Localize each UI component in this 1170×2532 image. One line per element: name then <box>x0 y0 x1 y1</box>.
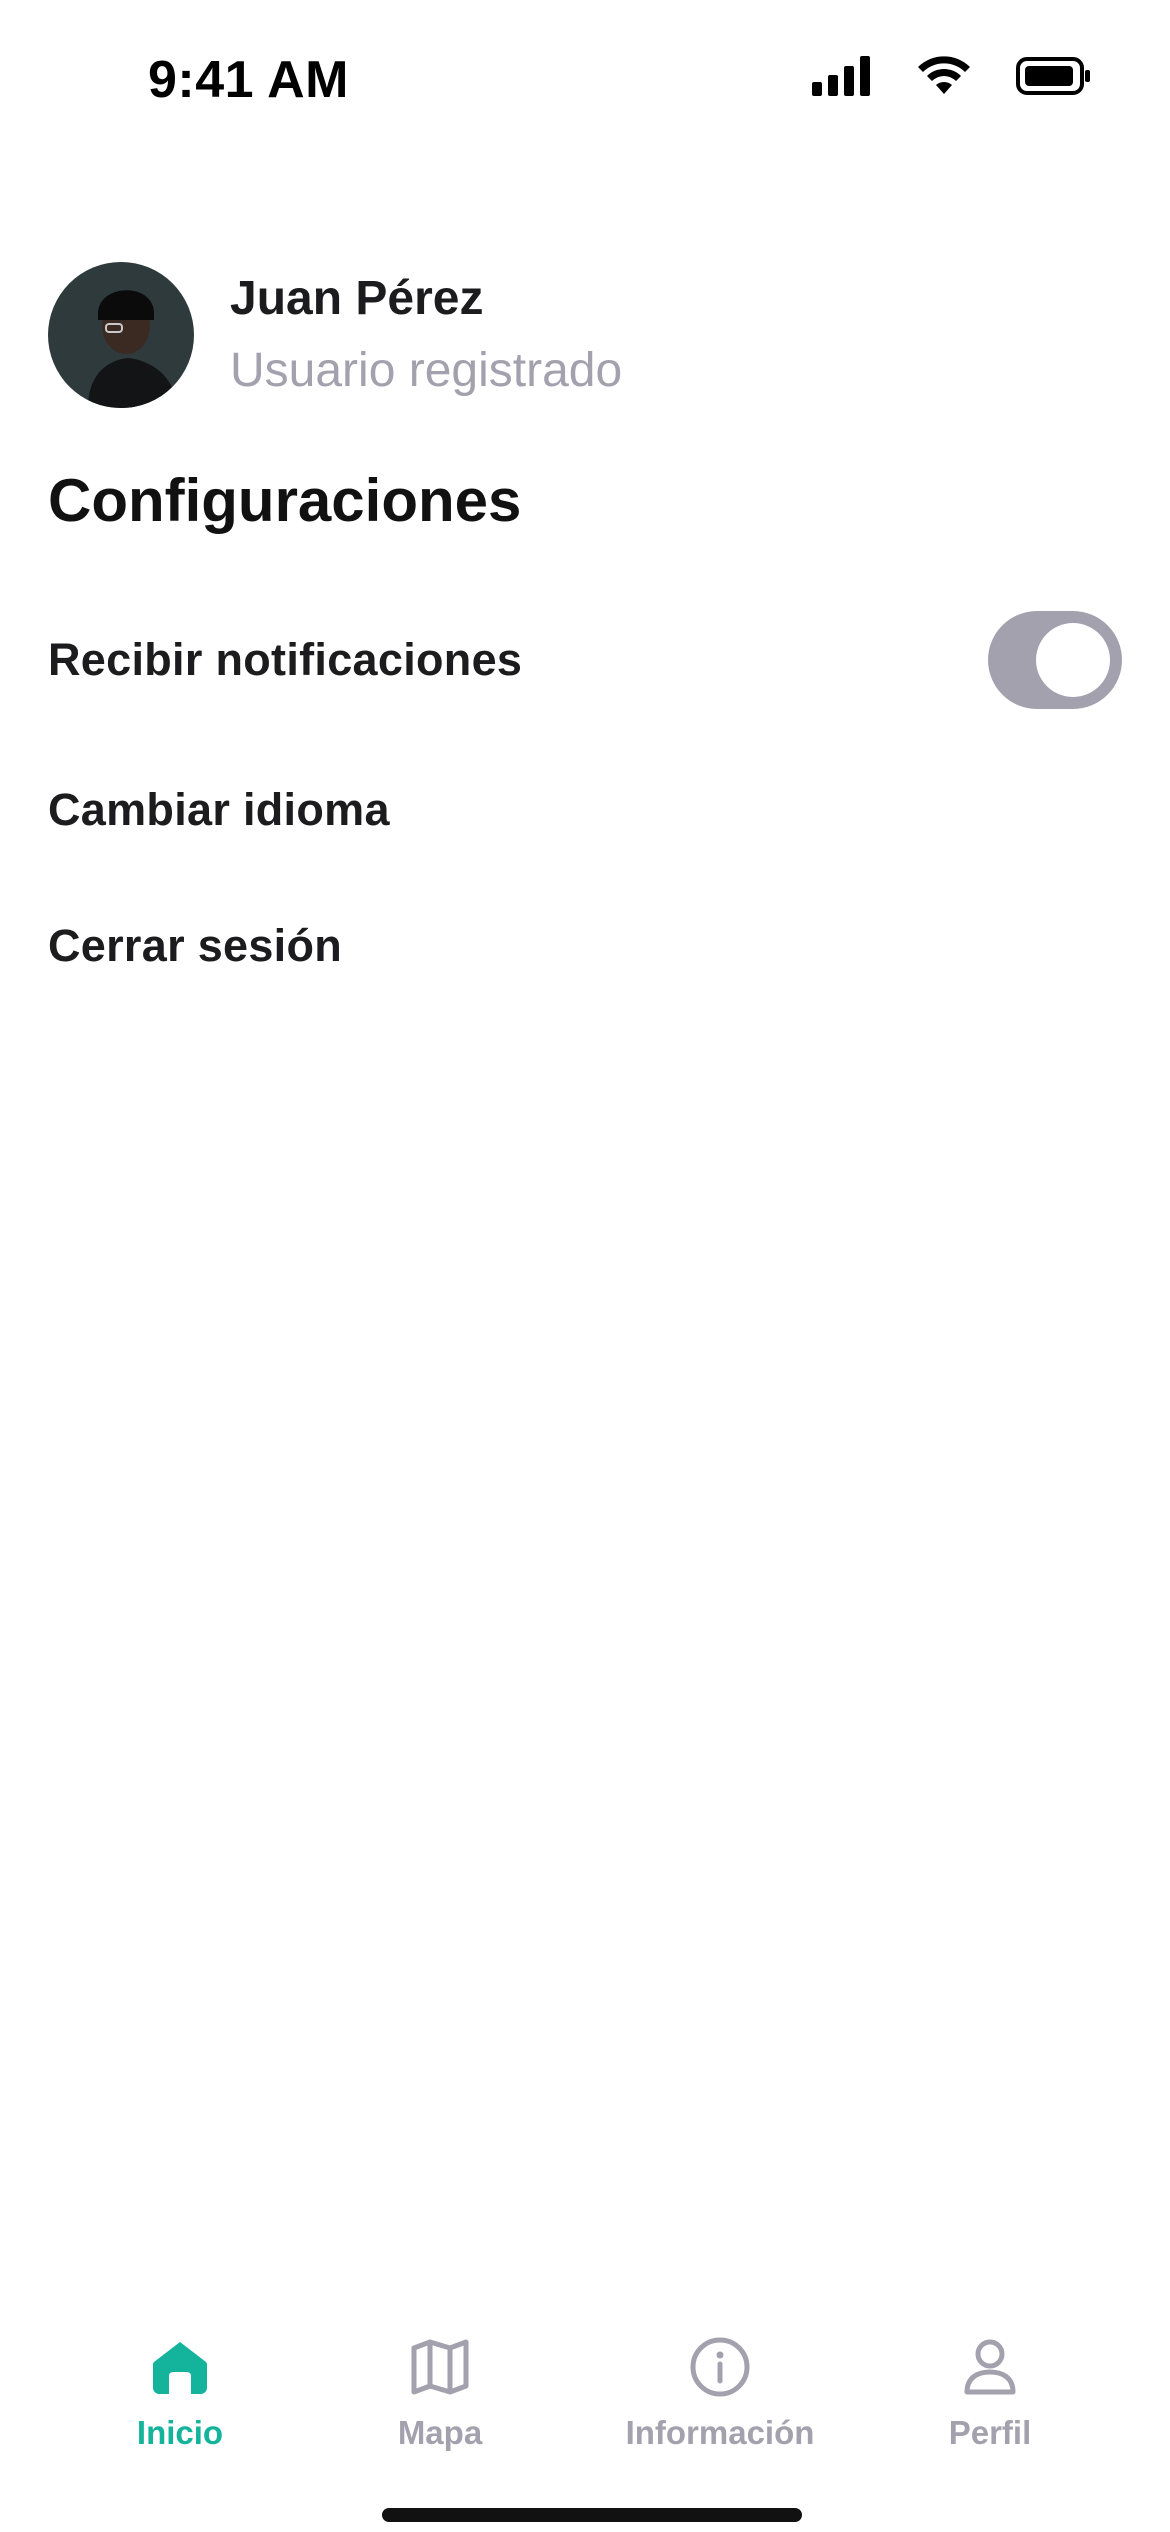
battery-icon <box>1016 57 1092 100</box>
profile-text: Juan Pérez Usuario registrado <box>230 269 622 401</box>
logout-row[interactable]: Cerrar sesión <box>48 906 1122 986</box>
notifications-label: Recibir notificaciones <box>48 634 523 685</box>
change-language-label[interactable]: Cambiar idioma <box>48 784 390 836</box>
wifi-icon <box>916 56 972 101</box>
toggle-knob <box>1036 623 1110 697</box>
tab-perfil[interactable]: Perfil <box>930 2320 1050 2452</box>
profile-name: Juan Pérez <box>230 272 484 325</box>
notifications-setting-row: Recibir notificaciones <box>48 610 1122 710</box>
settings-title: Configuraciones <box>48 467 522 534</box>
user-avatar <box>48 262 194 408</box>
profile-role: Usuario registrado <box>230 344 623 397</box>
tab-label-informacion: Información <box>625 2414 815 2451</box>
status-icons <box>812 56 1092 101</box>
tab-inicio[interactable]: Inicio <box>120 2320 240 2452</box>
tab-informacion[interactable]: Información <box>610 2320 830 2452</box>
tab-mapa[interactable]: Mapa <box>380 2320 500 2452</box>
map-icon <box>405 2332 475 2402</box>
logout-label[interactable]: Cerrar sesión <box>48 920 342 972</box>
profile-header: Juan Pérez Usuario registrado <box>48 262 622 408</box>
cellular-signal-icon <box>812 56 872 101</box>
status-time: 9:41 AM <box>148 51 349 109</box>
tab-bar: Inicio Mapa Información Perfil <box>0 2320 1170 2480</box>
tab-label-mapa: Mapa <box>397 2414 483 2451</box>
tab-label-inicio: Inicio <box>136 2414 224 2451</box>
person-icon <box>955 2332 1025 2402</box>
status-bar: 9:41 AM <box>0 0 1170 150</box>
change-language-row[interactable]: Cambiar idioma <box>48 770 1122 850</box>
info-icon <box>685 2332 755 2402</box>
notifications-toggle[interactable] <box>988 611 1122 709</box>
tab-label-perfil: Perfil <box>948 2414 1032 2451</box>
home-icon <box>145 2332 215 2402</box>
home-indicator[interactable] <box>382 2508 802 2522</box>
